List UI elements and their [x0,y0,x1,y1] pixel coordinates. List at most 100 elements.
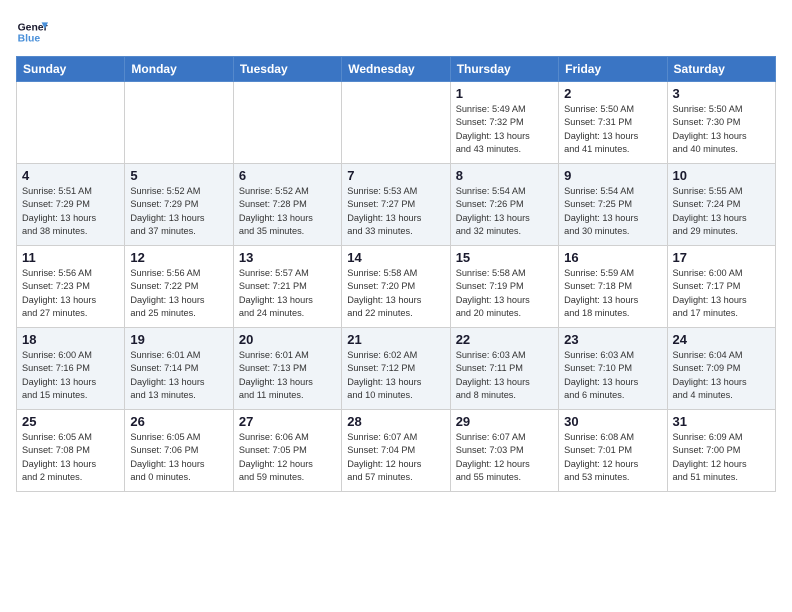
calendar-cell: 22 Sunrise: 6:03 AM Sunset: 7:11 PM Dayli… [450,328,558,410]
day-info: Sunrise: 6:04 AM Sunset: 7:09 PM Dayligh… [673,349,770,402]
day-info: Sunrise: 6:08 AM Sunset: 7:01 PM Dayligh… [564,431,661,484]
day-info: Sunrise: 5:56 AM Sunset: 7:23 PM Dayligh… [22,267,119,320]
calendar-cell [17,82,125,164]
day-number: 12 [130,250,227,265]
calendar-cell: 26 Sunrise: 6:05 AM Sunset: 7:06 PM Dayli… [125,410,233,492]
calendar-cell: 24Sunrise: 6:04 AM Sunset: 7:09 PM Dayli… [667,328,775,410]
day-number: 16 [564,250,661,265]
day-number: 14 [347,250,444,265]
calendar-cell: 5 Sunrise: 5:52 AM Sunset: 7:29 PM Daylig… [125,164,233,246]
day-info: Sunrise: 5:52 AM Sunset: 7:29 PM Dayligh… [130,185,227,238]
day-info: Sunrise: 5:54 AM Sunset: 7:26 PM Dayligh… [456,185,553,238]
weekday-header-monday: Monday [125,57,233,82]
day-info: Sunrise: 5:55 AM Sunset: 7:24 PM Dayligh… [673,185,770,238]
day-info: Sunrise: 5:59 AM Sunset: 7:18 PM Dayligh… [564,267,661,320]
calendar-cell: 25Sunrise: 6:05 AM Sunset: 7:08 PM Dayli… [17,410,125,492]
calendar-cell: 7Sunrise: 5:53 AM Sunset: 7:27 PM Daylig… [342,164,450,246]
calendar-cell: 9 Sunrise: 5:54 AM Sunset: 7:25 PM Daylig… [559,164,667,246]
calendar-cell: 8 Sunrise: 5:54 AM Sunset: 7:26 PM Daylig… [450,164,558,246]
day-info: Sunrise: 6:00 AM Sunset: 7:17 PM Dayligh… [673,267,770,320]
calendar-cell: 29 Sunrise: 6:07 AM Sunset: 7:03 PM Dayli… [450,410,558,492]
calendar-cell: 3Sunrise: 5:50 AM Sunset: 7:30 PM Daylig… [667,82,775,164]
day-info: Sunrise: 5:49 AM Sunset: 7:32 PM Dayligh… [456,103,553,156]
day-number: 29 [456,414,553,429]
day-number: 10 [673,168,770,183]
day-number: 28 [347,414,444,429]
day-number: 23 [564,332,661,347]
week-row-4: 18 Sunrise: 6:00 AM Sunset: 7:16 PM Dayli… [17,328,776,410]
logo: General Blue [16,16,48,48]
week-row-2: 4Sunrise: 5:51 AM Sunset: 7:29 PM Daylig… [17,164,776,246]
day-info: Sunrise: 5:58 AM Sunset: 7:20 PM Dayligh… [347,267,444,320]
calendar-cell: 16 Sunrise: 5:59 AM Sunset: 7:18 PM Dayli… [559,246,667,328]
calendar-cell: 10 Sunrise: 5:55 AM Sunset: 7:24 PM Dayli… [667,164,775,246]
day-info: Sunrise: 5:58 AM Sunset: 7:19 PM Dayligh… [456,267,553,320]
day-number: 17 [673,250,770,265]
week-row-3: 11Sunrise: 5:56 AM Sunset: 7:23 PM Dayli… [17,246,776,328]
day-number: 8 [456,168,553,183]
weekday-header-saturday: Saturday [667,57,775,82]
calendar-cell: 2 Sunrise: 5:50 AM Sunset: 7:31 PM Daylig… [559,82,667,164]
day-number: 18 [22,332,119,347]
calendar-table: SundayMondayTuesdayWednesdayThursdayFrid… [16,56,776,492]
calendar-cell: 14 Sunrise: 5:58 AM Sunset: 7:20 PM Dayli… [342,246,450,328]
day-info: Sunrise: 5:54 AM Sunset: 7:25 PM Dayligh… [564,185,661,238]
day-info: Sunrise: 6:07 AM Sunset: 7:04 PM Dayligh… [347,431,444,484]
day-number: 5 [130,168,227,183]
day-number: 1 [456,86,553,101]
day-number: 9 [564,168,661,183]
day-info: Sunrise: 6:03 AM Sunset: 7:11 PM Dayligh… [456,349,553,402]
calendar-cell: 30 Sunrise: 6:08 AM Sunset: 7:01 PM Dayli… [559,410,667,492]
day-number: 21 [347,332,444,347]
day-info: Sunrise: 5:50 AM Sunset: 7:30 PM Dayligh… [673,103,770,156]
svg-text:Blue: Blue [18,34,41,45]
weekday-header-friday: Friday [559,57,667,82]
day-info: Sunrise: 6:07 AM Sunset: 7:03 PM Dayligh… [456,431,553,484]
day-info: Sunrise: 6:02 AM Sunset: 7:12 PM Dayligh… [347,349,444,402]
calendar-header: SundayMondayTuesdayWednesdayThursdayFrid… [17,57,776,82]
day-number: 7 [347,168,444,183]
weekday-header-thursday: Thursday [450,57,558,82]
calendar-cell: 18 Sunrise: 6:00 AM Sunset: 7:16 PM Dayli… [17,328,125,410]
day-number: 19 [130,332,227,347]
day-info: Sunrise: 6:01 AM Sunset: 7:14 PM Dayligh… [130,349,227,402]
day-info: Sunrise: 5:57 AM Sunset: 7:21 PM Dayligh… [239,267,336,320]
calendar-cell: 17 Sunrise: 6:00 AM Sunset: 7:17 PM Dayli… [667,246,775,328]
calendar-cell [125,82,233,164]
day-number: 15 [456,250,553,265]
day-number: 2 [564,86,661,101]
calendar-cell [233,82,341,164]
day-info: Sunrise: 5:50 AM Sunset: 7:31 PM Dayligh… [564,103,661,156]
day-info: Sunrise: 6:03 AM Sunset: 7:10 PM Dayligh… [564,349,661,402]
calendar-cell: 20 Sunrise: 6:01 AM Sunset: 7:13 PM Dayli… [233,328,341,410]
weekday-header-tuesday: Tuesday [233,57,341,82]
calendar-cell: 6 Sunrise: 5:52 AM Sunset: 7:28 PM Daylig… [233,164,341,246]
calendar-cell: 27 Sunrise: 6:06 AM Sunset: 7:05 PM Dayli… [233,410,341,492]
day-info: Sunrise: 5:51 AM Sunset: 7:29 PM Dayligh… [22,185,119,238]
day-number: 6 [239,168,336,183]
day-info: Sunrise: 5:56 AM Sunset: 7:22 PM Dayligh… [130,267,227,320]
day-number: 30 [564,414,661,429]
calendar-cell: 13 Sunrise: 5:57 AM Sunset: 7:21 PM Dayli… [233,246,341,328]
day-info: Sunrise: 6:09 AM Sunset: 7:00 PM Dayligh… [673,431,770,484]
calendar-cell: 11Sunrise: 5:56 AM Sunset: 7:23 PM Dayli… [17,246,125,328]
calendar-cell: 21 Sunrise: 6:02 AM Sunset: 7:12 PM Dayli… [342,328,450,410]
calendar-cell: 1 Sunrise: 5:49 AM Sunset: 7:32 PM Daylig… [450,82,558,164]
day-number: 22 [456,332,553,347]
day-number: 27 [239,414,336,429]
calendar-cell: 19 Sunrise: 6:01 AM Sunset: 7:14 PM Dayli… [125,328,233,410]
day-number: 20 [239,332,336,347]
day-info: Sunrise: 6:05 AM Sunset: 7:06 PM Dayligh… [130,431,227,484]
day-info: Sunrise: 6:01 AM Sunset: 7:13 PM Dayligh… [239,349,336,402]
day-info: Sunrise: 6:06 AM Sunset: 7:05 PM Dayligh… [239,431,336,484]
day-info: Sunrise: 5:52 AM Sunset: 7:28 PM Dayligh… [239,185,336,238]
day-number: 13 [239,250,336,265]
logo-icon: General Blue [16,16,48,48]
calendar-body: 1 Sunrise: 5:49 AM Sunset: 7:32 PM Daylig… [17,82,776,492]
calendar-cell: 15 Sunrise: 5:58 AM Sunset: 7:19 PM Dayli… [450,246,558,328]
day-number: 26 [130,414,227,429]
week-row-1: 1 Sunrise: 5:49 AM Sunset: 7:32 PM Daylig… [17,82,776,164]
calendar-cell: 12 Sunrise: 5:56 AM Sunset: 7:22 PM Dayli… [125,246,233,328]
day-info: Sunrise: 6:00 AM Sunset: 7:16 PM Dayligh… [22,349,119,402]
calendar-cell: 23 Sunrise: 6:03 AM Sunset: 7:10 PM Dayli… [559,328,667,410]
